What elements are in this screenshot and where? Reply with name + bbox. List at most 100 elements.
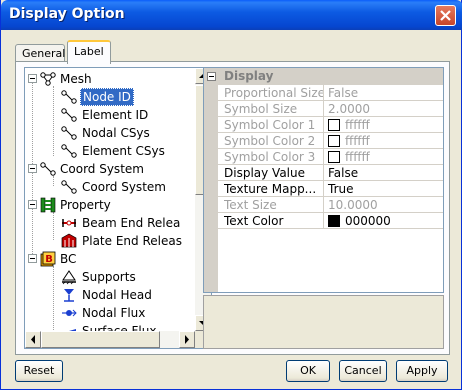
- collapse-coord-system-toggle[interactable]: [28, 164, 37, 173]
- coord-system-icon: [40, 162, 56, 176]
- collapse-mesh-toggle[interactable]: [28, 74, 37, 83]
- property-group-title: Display: [224, 69, 274, 83]
- tab-panel: Mesh Node ID Element ID Nodal CSys Eleme…: [15, 61, 450, 355]
- beam-end-release-icon: [62, 219, 76, 227]
- scroll-left-button[interactable]: [25, 331, 41, 348]
- tree-item-label: Mesh: [60, 72, 92, 86]
- nodal-head-icon: [64, 289, 74, 302]
- tab-label[interactable]: Label: [67, 40, 111, 64]
- tree-item-label: Plate End Releas: [82, 234, 182, 248]
- surface-flux-icon: [69, 329, 76, 331]
- tree-item-label: Nodal Head: [82, 288, 152, 302]
- coord-system-child-icon: [61, 180, 77, 194]
- cancel-button[interactable]: Cancel: [339, 360, 387, 382]
- tree-item-label: Supports: [82, 270, 136, 284]
- tree-item-nodal-flux[interactable]: Nodal Flux: [25, 304, 195, 322]
- color-swatch: [328, 151, 340, 163]
- tree-horizontal-scroll-thumb[interactable]: [41, 331, 160, 348]
- property-value: ffffff: [345, 118, 370, 132]
- element-id-icon: [61, 108, 77, 122]
- property-row-symbol-size[interactable]: Symbol Size 2.0000: [218, 101, 443, 117]
- tree-item-mesh[interactable]: Mesh: [25, 70, 195, 88]
- category-tree: Mesh Node ID Element ID Nodal CSys Eleme…: [24, 67, 212, 349]
- arrow-left-icon: [31, 335, 35, 344]
- property-name: Texture Mapp...: [224, 182, 317, 196]
- property-row-symbol-color-1[interactable]: Symbol Color 1 ffffff: [218, 117, 443, 133]
- property-name: Symbol Size: [224, 102, 298, 116]
- property-name: Display Value: [224, 166, 305, 180]
- tree-item-beam-end-release[interactable]: Beam End Relea: [25, 214, 195, 232]
- property-value: ffffff: [345, 150, 370, 164]
- node-id-icon: [61, 90, 77, 104]
- property-row-display-value[interactable]: Display Value False: [218, 165, 443, 181]
- property-row-text-color[interactable]: Text Color 000000: [218, 213, 443, 229]
- svg-text:B: B: [45, 254, 53, 265]
- nodal-csys-icon: [61, 126, 77, 140]
- tree-item-label: Surface Flux: [82, 324, 157, 331]
- color-swatch: [328, 119, 340, 131]
- bc-icon: B: [40, 251, 56, 267]
- property-icon: [40, 197, 56, 213]
- collapse-bc-toggle[interactable]: [28, 254, 37, 263]
- property-description-pane: [203, 295, 444, 349]
- property-value: 000000: [345, 214, 391, 228]
- property-value: 10.0000: [328, 198, 378, 212]
- tree-item-label: Property: [60, 198, 111, 212]
- property-value: 2.0000: [328, 102, 370, 116]
- tree-item-coord-system-group[interactable]: Coord System: [25, 160, 195, 178]
- display-option-dialog: Display Option General Label Mesh Node I…: [0, 0, 462, 390]
- tree-item-label: Node ID: [80, 88, 134, 106]
- nodal-flux-icon: [62, 309, 77, 317]
- collapse-property-toggle[interactable]: [28, 200, 37, 209]
- tree-item-node-id[interactable]: Node ID: [25, 88, 195, 106]
- tree-item-nodal-head[interactable]: Nodal Head: [25, 286, 195, 304]
- tree-item-coord-system[interactable]: Coord System: [25, 178, 195, 196]
- property-name: Text Size: [224, 198, 277, 212]
- property-name: Symbol Color 2: [224, 134, 316, 148]
- tab-label-label: Label: [74, 45, 104, 58]
- close-icon: [440, 10, 451, 21]
- tree-horizontal-scrollbar[interactable]: [25, 331, 195, 348]
- tree-item-label: Nodal Flux: [82, 306, 146, 320]
- window-title: Display Option: [9, 6, 125, 22]
- property-row-text-size[interactable]: Text Size 10.0000: [218, 197, 443, 213]
- title-bar: Display Option: [1, 0, 462, 30]
- tree-item-bc[interactable]: B BC: [25, 250, 195, 268]
- tree-item-supports[interactable]: Supports: [25, 268, 195, 286]
- mesh-icon: [40, 72, 56, 86]
- property-row-symbol-color-2[interactable]: Symbol Color 2 ffffff: [218, 133, 443, 149]
- collapse-display-toggle[interactable]: [207, 72, 216, 81]
- tree-item-label: Coord System: [60, 162, 144, 176]
- property-name: Symbol Color 1: [224, 118, 316, 132]
- tree-item-label: Element ID: [82, 108, 149, 122]
- tree-item-nodal-csys[interactable]: Nodal CSys: [25, 124, 195, 142]
- tree-item-label: BC: [60, 252, 77, 266]
- arrow-right-icon: [185, 335, 189, 344]
- property-value: False: [328, 166, 359, 180]
- color-swatch: [328, 215, 340, 227]
- property-row-texture-mapping[interactable]: Texture Mapp... True: [218, 181, 443, 197]
- tree-item-label: Coord System: [82, 180, 166, 194]
- property-row-proportional-size[interactable]: Proportional Size False: [218, 85, 443, 101]
- property-row-symbol-color-3[interactable]: Symbol Color 3 ffffff: [218, 149, 443, 165]
- close-button[interactable]: [435, 5, 456, 26]
- property-grid: Display Proportional Size False Symbol S…: [203, 67, 444, 293]
- property-name: Proportional Size: [224, 86, 324, 100]
- supports-icon: [62, 270, 76, 285]
- plate-end-release-icon: [61, 233, 77, 248]
- reset-button[interactable]: Reset: [15, 360, 63, 382]
- property-group-display[interactable]: Display: [204, 68, 443, 85]
- tree-item-element-csys[interactable]: Element CSys: [25, 142, 195, 160]
- tab-general-label: General: [22, 47, 66, 60]
- tree-item-element-id[interactable]: Element ID: [25, 106, 195, 124]
- apply-button[interactable]: Apply: [396, 360, 448, 382]
- tree-item-label: Element CSys: [82, 144, 165, 158]
- property-name: Symbol Color 3: [224, 150, 316, 164]
- property-value: True: [328, 182, 354, 196]
- scroll-right-button[interactable]: [179, 331, 195, 348]
- ok-button[interactable]: OK: [286, 360, 330, 382]
- property-value: ffffff: [345, 134, 370, 148]
- tree-item-surface-flux[interactable]: Surface Flux: [25, 322, 195, 331]
- tree-item-property[interactable]: Property: [25, 196, 195, 214]
- tree-item-plate-end-release[interactable]: Plate End Releas: [25, 232, 195, 250]
